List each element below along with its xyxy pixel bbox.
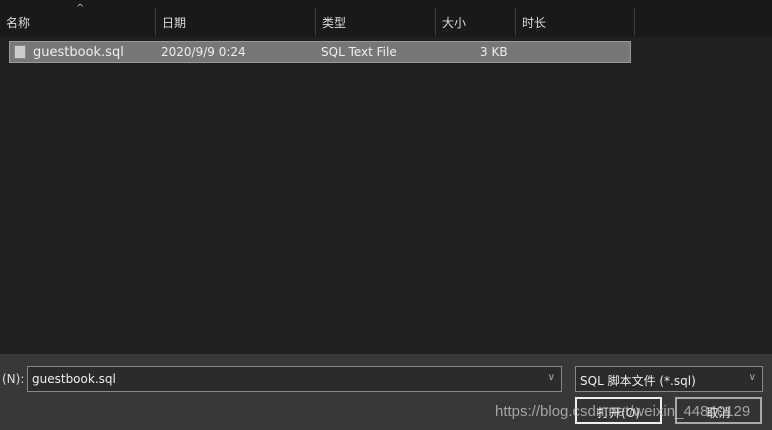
chevron-down-icon[interactable]: ∨ <box>548 372 555 383</box>
filename-input[interactable]: guestbook.sql ∨ <box>27 366 562 392</box>
file-date: 2020/9/9 0:24 <box>161 45 246 59</box>
file-name: guestbook.sql <box>33 45 124 60</box>
file-size: 3 KB <box>480 45 508 59</box>
file-type-select[interactable]: SQL 脚本文件 (*.sql) ∨ <box>575 366 763 392</box>
sql-file-icon <box>14 45 26 59</box>
column-name[interactable]: 名称 <box>0 8 156 36</box>
column-duration[interactable]: 时长 <box>516 8 635 36</box>
file-row[interactable]: guestbook.sql 2020/9/9 0:24 SQL Text Fil… <box>9 41 631 63</box>
dialog-footer: (N): guestbook.sql ∨ SQL 脚本文件 (*.sql) ∨ … <box>0 354 772 430</box>
column-header: ^ 名称 日期 类型 大小 时长 <box>0 0 772 37</box>
chevron-down-icon[interactable]: ∨ <box>749 372 756 383</box>
cancel-button[interactable]: 取消 <box>675 397 762 424</box>
file-type: SQL Text File <box>321 45 397 59</box>
open-button[interactable]: 打开(O) <box>575 397 662 424</box>
column-size[interactable]: 大小 <box>436 8 516 36</box>
column-date[interactable]: 日期 <box>156 8 316 36</box>
column-type[interactable]: 类型 <box>316 8 436 36</box>
filename-label: (N): <box>2 372 25 386</box>
filename-value: guestbook.sql <box>32 372 116 386</box>
filter-value: SQL 脚本文件 (*.sql) <box>580 374 696 388</box>
